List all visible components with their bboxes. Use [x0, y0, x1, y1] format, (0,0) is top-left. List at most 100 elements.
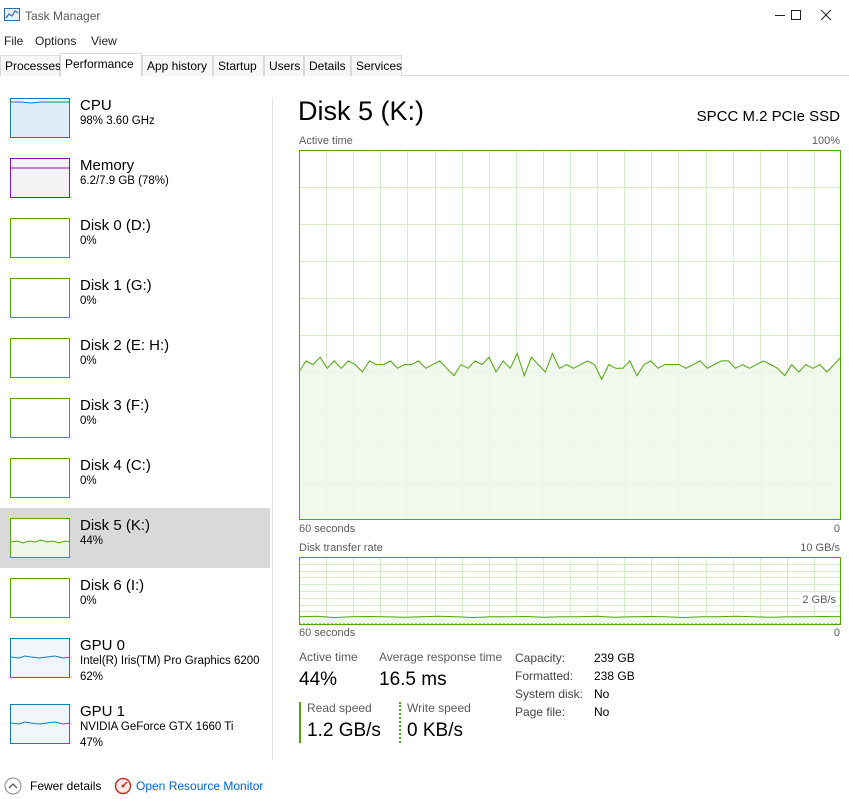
transfer-rate-min-label: 0	[833, 627, 840, 639]
chevron-up-icon	[4, 777, 22, 795]
write-speed-label: Write speed	[407, 701, 471, 715]
sidebar-item-label: Disk 0 (D:)	[80, 217, 151, 234]
sidebar-thumbnail-disk-3	[10, 398, 70, 438]
sidebar-item-label: Disk 4 (C:)	[80, 457, 151, 474]
close-icon	[820, 9, 832, 21]
transfer-rate-mid-label: 2 GB/s	[800, 594, 838, 606]
sidebar-item-gpu-1[interactable]: GPU 1 NVIDIA GeForce GTX 1660 Ti 47%	[0, 694, 270, 754]
sidebar-thumbnail-disk-4	[10, 458, 70, 498]
active-time-stat-value: 44%	[299, 669, 338, 690]
sidebar-thumbnail-trace	[11, 655, 69, 659]
window-title: Task Manager	[25, 9, 101, 23]
page-file-label: Page file:	[515, 705, 566, 719]
sidebar-item-label: Disk 6 (I:)	[80, 577, 145, 594]
sidebar-item-value: NVIDIA GeForce GTX 1660 Ti	[80, 721, 234, 733]
fewer-details-button[interactable]: Fewer details	[4, 777, 104, 795]
sidebar-item-value: 0%	[80, 475, 97, 487]
panel-divider	[272, 98, 273, 760]
active-time-graph	[299, 150, 841, 520]
sidebar-item-disk-6[interactable]: Disk 6 (I:) 0%	[0, 568, 270, 628]
system-disk-value: No	[594, 687, 610, 701]
sidebar-thumbnail-disk-1	[10, 278, 70, 318]
task-manager-icon	[4, 8, 20, 21]
sidebar-thumbnail-cpu	[10, 98, 70, 138]
sidebar-thumbnail-fill	[11, 168, 69, 197]
sidebar-item-disk-5[interactable]: Disk 5 (K:) 44%	[0, 508, 270, 568]
sidebar-item-value: Intel(R) Iris(TM) Pro Graphics 6200	[80, 655, 260, 667]
sidebar-item-value: 44%	[80, 535, 104, 547]
active-time-area	[299, 353, 841, 520]
menu-view[interactable]: View	[91, 34, 117, 48]
sidebar-item-label: Disk 5 (K:)	[80, 517, 151, 534]
sidebar-item-label: GPU 1	[80, 703, 126, 720]
transfer-rate-graph	[299, 557, 841, 625]
tab-processes[interactable]: Processes	[0, 55, 61, 76]
sidebar-thumbnail-disk-2	[10, 338, 70, 378]
sidebar-item-disk-1[interactable]: Disk 1 (G:) 0%	[0, 268, 270, 328]
tab-details[interactable]: Details	[304, 55, 351, 76]
sidebar-item-disk-4[interactable]: Disk 4 (C:) 0%	[0, 448, 270, 508]
read-speed-value: 1.2 GB/s	[307, 720, 381, 741]
close-button[interactable]	[803, 0, 849, 31]
tab-performance[interactable]: Performance	[60, 53, 142, 77]
sidebar-item-label: GPU 0	[80, 637, 126, 654]
active-time-graph-label: Active time	[299, 135, 353, 147]
tab-bar: Processes Performance App history Startu…	[0, 53, 849, 77]
sidebar-thumbnail-fill	[11, 102, 69, 137]
page-file-value: No	[594, 705, 610, 719]
transfer-rate-span-label: 60 seconds	[299, 627, 356, 639]
tab-app-history[interactable]: App history	[142, 55, 213, 76]
active-time-min-label: 0	[833, 523, 840, 535]
sidebar-item-disk-0[interactable]: Disk 0 (D:) 0%	[0, 208, 270, 268]
formatted-label: Formatted:	[515, 669, 574, 683]
sidebar-item-value: 0%	[80, 355, 97, 367]
sidebar-item-label: CPU	[80, 97, 112, 114]
write-speed-indicator	[399, 702, 401, 743]
resource-monitor-icon	[114, 777, 132, 795]
sidebar-item-label: Memory	[80, 157, 135, 174]
sidebar-thumbnail-memory	[10, 158, 70, 198]
read-speed-label: Read speed	[307, 701, 372, 715]
sidebar-item-value: 0%	[80, 295, 97, 307]
sidebar-item-disk-2[interactable]: Disk 2 (E: H:) 0%	[0, 328, 270, 388]
sidebar-item-label: Disk 1 (G:)	[80, 277, 152, 294]
sidebar-item-value: 6.2/7.9 GB (78%)	[80, 175, 169, 187]
active-time-span-label: 60 seconds	[299, 523, 356, 535]
open-resource-monitor-link[interactable]: Open Resource Monitor	[114, 777, 274, 795]
sidebar-item-value: 0%	[80, 415, 97, 427]
sidebar-item-disk-3[interactable]: Disk 3 (F:) 0%	[0, 388, 270, 448]
capacity-value: 239 GB	[594, 651, 635, 665]
sidebar-thumbnail-disk-0	[10, 218, 70, 258]
tab-users[interactable]: Users	[264, 55, 304, 76]
system-disk-label: System disk:	[515, 687, 584, 701]
active-time-stat-label: Active time	[299, 650, 358, 664]
sidebar-thumbnail-trace	[11, 721, 69, 725]
sidebar-thumbnail-gpu-1	[10, 704, 70, 744]
transfer-rate-max-label: 10 GB/s	[800, 542, 840, 554]
write-speed-value: 0 KB/s	[407, 720, 463, 741]
formatted-value: 238 GB	[594, 669, 635, 683]
sidebar-item-label: Disk 3 (F:)	[80, 397, 150, 414]
response-time-value: 16.5 ms	[379, 669, 447, 690]
transfer-rate-graph-label: Disk transfer rate	[299, 542, 383, 554]
menu-options[interactable]: Options	[35, 34, 76, 48]
active-time-max-label: 100%	[811, 135, 840, 147]
sidebar-thumbnail-gpu-0	[10, 638, 70, 678]
sidebar-thumbnail-disk-6	[10, 578, 70, 618]
sidebar-item-memory[interactable]: Memory 6.2/7.9 GB (78%)	[0, 148, 270, 208]
tab-services[interactable]: Services	[351, 55, 402, 76]
sidebar-item-value: 0%	[80, 595, 97, 607]
read-speed-indicator	[299, 702, 301, 743]
fewer-details-label: Fewer details	[30, 779, 102, 793]
sidebar-item-gpu-0[interactable]: GPU 0 Intel(R) Iris(TM) Pro Graphics 6200…	[0, 628, 270, 688]
sidebar-item-utilization: 62%	[80, 671, 104, 683]
sidebar-item-cpu[interactable]: CPU 98% 3.60 GHz	[0, 88, 270, 148]
sidebar-item-value: 98% 3.60 GHz	[80, 115, 155, 127]
menu-file[interactable]: File	[4, 34, 23, 48]
capacity-label: Capacity:	[515, 651, 566, 665]
sidebar-thumbnail-disk-5	[10, 518, 70, 558]
tab-startup[interactable]: Startup	[213, 55, 264, 76]
sidebar-item-utilization: 47%	[80, 737, 104, 749]
title-bar: Task Manager	[0, 0, 849, 31]
menu-bar: File Options View	[0, 31, 849, 51]
